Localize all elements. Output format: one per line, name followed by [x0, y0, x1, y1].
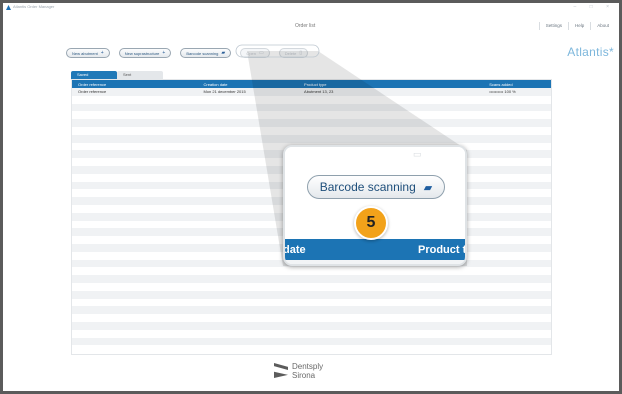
menu-settings[interactable]: Settings	[538, 22, 568, 30]
barcode-scanning-label: Barcode scanning	[186, 50, 219, 56]
delete-label: Delete	[284, 50, 297, 56]
empty-row	[72, 119, 551, 127]
empty-row	[72, 298, 551, 307]
footer-line-1: Dentsply	[292, 362, 324, 371]
zoom-table-header: date Product t	[283, 239, 467, 260]
footer-line-2: Sirona	[292, 371, 316, 380]
scanner-icon: ▰	[423, 181, 433, 194]
zoom-table-row	[285, 260, 465, 264]
empty-row	[72, 290, 551, 299]
delete-button[interactable]: Delete ▯	[278, 48, 309, 58]
barcode-scanning-button[interactable]: Barcode scanning ▰	[180, 48, 232, 58]
tab-saved[interactable]: Saved	[71, 71, 117, 79]
top-menu: Settings Help About	[538, 22, 615, 30]
dentsply-sirona-mark-icon	[274, 363, 288, 379]
column-order-reference[interactable]: Order reference	[72, 82, 197, 87]
column-product-type[interactable]: Product type	[298, 82, 483, 87]
new-suprastructure-label: New suprastructure	[124, 50, 160, 56]
zoom-barcode-scanning-label: Barcode scanning	[319, 180, 416, 194]
empty-row	[72, 306, 551, 315]
open-label: Open	[246, 50, 257, 56]
trash-icon: ▯	[299, 50, 303, 56]
column-creation-date[interactable]: Creation date	[197, 82, 298, 87]
cell-scans-added: •••••••••• 100 %	[489, 89, 516, 95]
app-logo-icon	[6, 5, 11, 10]
cell-creation-date: Mon 21 december 2015	[203, 89, 246, 95]
cell-order-reference: Order reference	[78, 89, 107, 95]
table-row[interactable]: Order reference Mon 21 december 2015 Abu…	[72, 88, 551, 96]
empty-row	[72, 126, 551, 135]
step-number-badge: 5	[354, 206, 388, 240]
plus-icon: +	[162, 50, 166, 56]
toolbar: New abutment + New suprastructure + Barc…	[66, 47, 309, 59]
zoom-header-product: Product t	[418, 244, 467, 256]
empty-row	[72, 321, 551, 330]
dentsply-sirona-logo: Dentsply Sirona	[274, 362, 323, 380]
new-abutment-label: New abutment	[72, 50, 98, 56]
zoom-barcode-scanning-button[interactable]: Barcode scanning ▰	[307, 175, 445, 199]
menu-help[interactable]: Help	[567, 22, 590, 30]
title-bar: Atlantis Order Manager – □ ×	[3, 3, 619, 12]
new-suprastructure-button[interactable]: New suprastructure +	[118, 48, 172, 58]
open-icon: ▭	[259, 50, 264, 56]
page-title: Order list	[295, 23, 316, 29]
plus-icon: +	[100, 50, 104, 56]
zoom-open-icon: ▭	[413, 149, 422, 159]
table-header: Order reference Creation date Product ty…	[72, 80, 551, 88]
menu-about[interactable]: About	[590, 22, 615, 30]
empty-row	[72, 267, 551, 276]
column-scans-added[interactable]: Scans added	[483, 82, 551, 87]
new-abutment-button[interactable]: New abutment +	[66, 48, 110, 58]
zoom-header-date: date	[283, 244, 306, 256]
order-tabs: Saved Sent	[71, 71, 163, 79]
tab-sent[interactable]: Sent	[117, 71, 163, 79]
empty-row	[72, 134, 551, 143]
open-button[interactable]: Open ▭	[240, 48, 270, 58]
empty-row	[72, 329, 551, 338]
empty-row	[72, 95, 551, 104]
footer-text: Dentsply Sirona	[292, 362, 323, 380]
empty-row	[72, 345, 551, 354]
empty-row	[72, 103, 551, 112]
window-controls[interactable]: – □ ×	[574, 4, 616, 10]
empty-row	[72, 282, 551, 291]
screenshot-frame: Atlantis Order Manager – □ × Order list …	[0, 0, 622, 394]
scanner-icon: ▰	[221, 50, 226, 56]
empty-row	[72, 314, 551, 322]
brand-logo: Atlantis*	[567, 45, 614, 59]
window-title: Atlantis Order Manager	[13, 4, 55, 9]
empty-row	[72, 337, 551, 346]
cell-product-type: Abutment 13, 23	[304, 89, 334, 95]
empty-row	[72, 111, 551, 120]
empty-row	[72, 275, 551, 283]
